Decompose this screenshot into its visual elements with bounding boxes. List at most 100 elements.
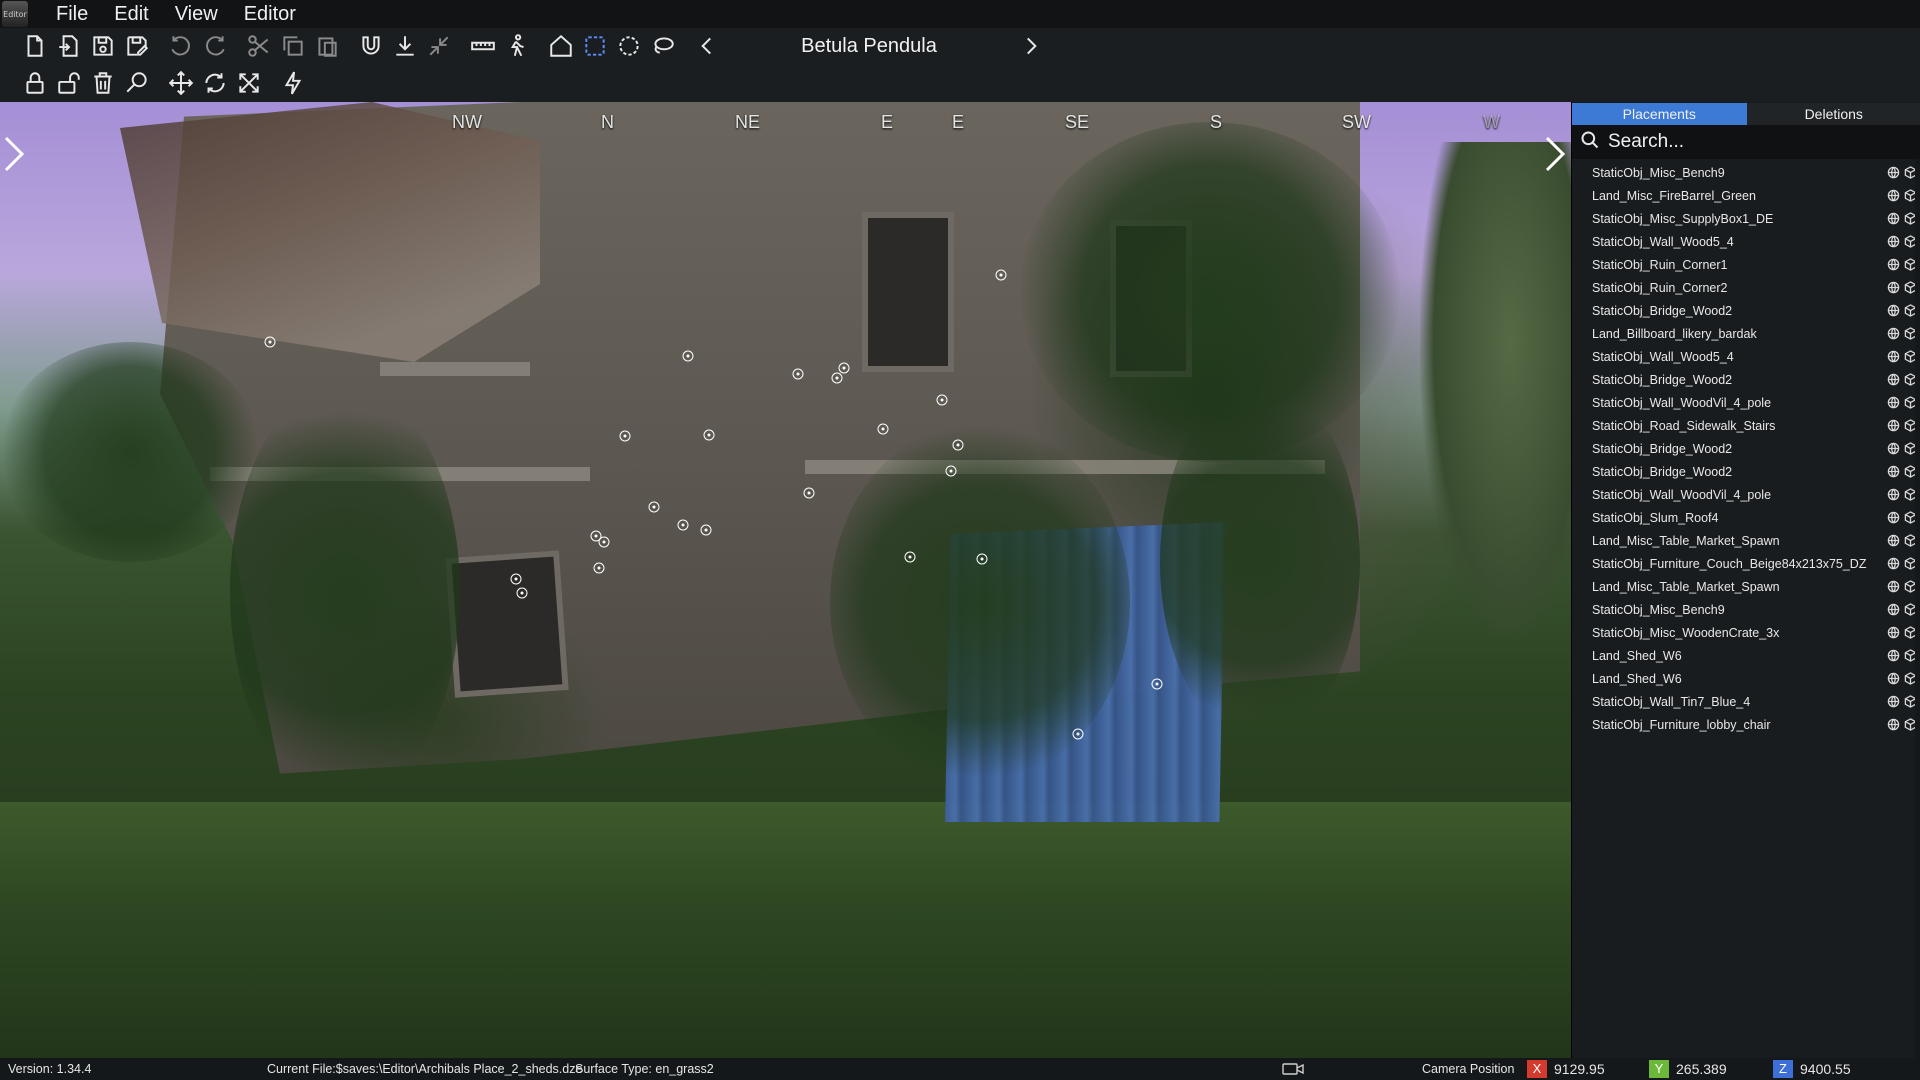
list-item[interactable]: Land_Misc_Table_Market_Spawn (1572, 529, 1920, 552)
object-marker[interactable] (1151, 678, 1163, 690)
globe-icon[interactable] (1887, 442, 1900, 455)
object-marker[interactable] (510, 573, 522, 585)
menu-edit[interactable]: Edit (108, 3, 168, 26)
scale-icon[interactable] (232, 66, 266, 100)
object-marker[interactable] (700, 524, 712, 536)
object-marker[interactable] (648, 501, 660, 513)
ground-snap-icon[interactable] (388, 29, 422, 63)
object-marker[interactable] (877, 423, 889, 435)
object-marker[interactable] (598, 536, 610, 548)
new-file-icon[interactable] (18, 29, 52, 63)
rotate-icon[interactable] (198, 66, 232, 100)
list-item[interactable]: Land_Misc_Table_Market_Spawn (1572, 575, 1920, 598)
list-item[interactable]: StaticObj_Furniture_Couch_Beige84x213x75… (1572, 552, 1920, 575)
globe-icon[interactable] (1887, 235, 1900, 248)
globe-icon[interactable] (1887, 649, 1900, 662)
globe-icon[interactable] (1887, 603, 1900, 616)
list-item[interactable]: StaticObj_Ruin_Corner1 (1572, 253, 1920, 276)
globe-icon[interactable] (1887, 580, 1900, 593)
list-item[interactable]: StaticObj_Bridge_Wood2 (1572, 460, 1920, 483)
scene-viewport[interactable]: NW N NE E E SE S SW W (0, 102, 1571, 1058)
brush-prev-button[interactable] (690, 29, 724, 63)
object-marker[interactable] (1072, 728, 1084, 740)
list-item[interactable]: StaticObj_Furniture_lobby_chair (1572, 713, 1920, 736)
object-marker[interactable] (945, 465, 957, 477)
unlock-icon[interactable] (52, 66, 86, 100)
object-marker[interactable] (936, 394, 948, 406)
globe-icon[interactable] (1887, 212, 1900, 225)
redo-icon[interactable] (198, 29, 232, 63)
panel-scrollbar[interactable] (1915, 159, 1920, 1058)
camera-icon[interactable] (1282, 1062, 1304, 1076)
left-panel-toggle-icon[interactable] (2, 134, 28, 174)
list-item[interactable]: StaticObj_Slum_Roof4 (1572, 506, 1920, 529)
object-marker[interactable] (976, 553, 988, 565)
object-marker[interactable] (264, 336, 276, 348)
globe-icon[interactable] (1887, 396, 1900, 409)
object-marker[interactable] (792, 368, 804, 380)
list-item[interactable]: Land_Shed_W6 (1572, 667, 1920, 690)
brush-next-button[interactable] (1014, 29, 1048, 63)
globe-icon[interactable] (1887, 373, 1900, 386)
paste-icon[interactable] (310, 29, 344, 63)
magnet-icon[interactable] (354, 29, 388, 63)
globe-icon[interactable] (1887, 557, 1900, 570)
house-icon[interactable] (544, 29, 578, 63)
object-marker[interactable] (516, 587, 528, 599)
list-item[interactable]: StaticObj_Misc_Bench9 (1572, 598, 1920, 621)
lock-icon[interactable] (18, 66, 52, 100)
object-marker[interactable] (831, 372, 843, 384)
move-icon[interactable] (164, 66, 198, 100)
globe-icon[interactable] (1887, 695, 1900, 708)
lightning-icon[interactable] (276, 66, 310, 100)
tab-placements[interactable]: Placements (1572, 103, 1747, 125)
list-item[interactable]: Land_Shed_W6 (1572, 644, 1920, 667)
list-item[interactable]: StaticObj_Ruin_Corner2 (1572, 276, 1920, 299)
walk-icon[interactable] (500, 29, 534, 63)
globe-icon[interactable] (1887, 327, 1900, 340)
list-item[interactable]: Land_Misc_FireBarrel_Green (1572, 184, 1920, 207)
list-item[interactable]: StaticObj_Bridge_Wood2 (1572, 299, 1920, 322)
object-marker[interactable] (703, 429, 715, 441)
lasso-select-icon[interactable] (646, 29, 680, 63)
menu-file[interactable]: File (50, 3, 108, 26)
globe-icon[interactable] (1887, 672, 1900, 685)
object-marker[interactable] (682, 350, 694, 362)
box-select-icon[interactable] (578, 29, 612, 63)
cut-icon[interactable] (242, 29, 276, 63)
globe-icon[interactable] (1887, 281, 1900, 294)
list-item[interactable]: StaticObj_Road_Sidewalk_Stairs (1572, 414, 1920, 437)
object-marker[interactable] (952, 439, 964, 451)
list-item[interactable]: StaticObj_Wall_Wood5_4 (1572, 230, 1920, 253)
list-item[interactable]: StaticObj_Wall_WoodVil_4_pole (1572, 483, 1920, 506)
globe-icon[interactable] (1887, 304, 1900, 317)
right-panel-toggle-icon[interactable] (1543, 134, 1569, 174)
object-marker[interactable] (995, 269, 1007, 281)
search-input[interactable] (1606, 130, 1920, 154)
list-item[interactable]: StaticObj_Misc_WoodenCrate_3x (1572, 621, 1920, 644)
globe-icon[interactable] (1887, 626, 1900, 639)
list-item[interactable]: StaticObj_Misc_Bench9 (1572, 161, 1920, 184)
object-marker[interactable] (803, 487, 815, 499)
globe-icon[interactable] (1887, 166, 1900, 179)
search-object-icon[interactable] (120, 66, 154, 100)
globe-icon[interactable] (1887, 189, 1900, 202)
list-item[interactable]: StaticObj_Misc_SupplyBox1_DE (1572, 207, 1920, 230)
object-marker[interactable] (904, 551, 916, 563)
menu-editor[interactable]: Editor (238, 3, 316, 26)
copy-icon[interactable] (276, 29, 310, 63)
list-item[interactable]: StaticObj_Bridge_Wood2 (1572, 437, 1920, 460)
tab-deletions[interactable]: Deletions (1746, 103, 1920, 125)
globe-icon[interactable] (1887, 718, 1900, 731)
object-marker[interactable] (619, 430, 631, 442)
list-item[interactable]: StaticObj_Wall_Tin7_Blue_4 (1572, 690, 1920, 713)
list-item[interactable]: Land_Billboard_likery_bardak (1572, 322, 1920, 345)
save-icon[interactable] (86, 29, 120, 63)
globe-icon[interactable] (1887, 534, 1900, 547)
save-as-icon[interactable] (120, 29, 154, 63)
undo-icon[interactable] (164, 29, 198, 63)
list-item[interactable]: StaticObj_Bridge_Wood2 (1572, 368, 1920, 391)
globe-icon[interactable] (1887, 511, 1900, 524)
menu-view[interactable]: View (169, 3, 238, 26)
globe-icon[interactable] (1887, 258, 1900, 271)
